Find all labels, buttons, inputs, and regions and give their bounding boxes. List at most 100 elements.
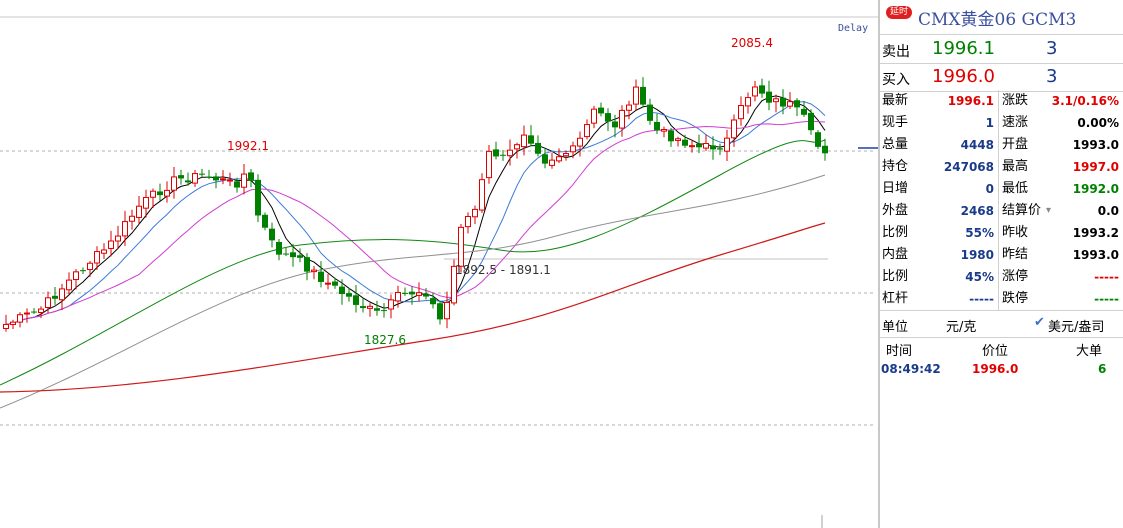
candle-body <box>318 271 324 282</box>
candle-body <box>353 295 359 305</box>
moving-average-line <box>5 120 826 325</box>
candle-body <box>402 292 408 294</box>
candle-body <box>269 228 275 241</box>
candle-body <box>59 288 65 301</box>
stat-value: 1993.0 <box>1072 138 1119 152</box>
candle-body <box>444 301 450 320</box>
candle-body <box>66 279 72 291</box>
kline-chart-svg[interactable]: Delay 2085.4 1992.1 1827.6 1892.5 - 1891… <box>0 0 878 528</box>
stat-value: 1 <box>985 116 994 130</box>
stat-left-1: 现手 1 <box>882 112 994 134</box>
stat-value: 1980 <box>960 248 994 262</box>
stat-value: 4448 <box>960 138 994 152</box>
candle-body <box>458 226 464 267</box>
stat-label: 内盘 <box>882 247 909 262</box>
moving-average-line <box>5 101 826 325</box>
candle-body <box>752 86 758 97</box>
candle-body <box>325 282 331 285</box>
candle-body <box>304 257 310 272</box>
candle-body <box>31 311 37 313</box>
left-peak-annotation: 1992.1 <box>227 139 269 153</box>
stat-label: 跌停 <box>1002 291 1029 306</box>
candle-body <box>241 173 247 188</box>
candle-body <box>612 121 618 128</box>
candle-body <box>122 221 128 237</box>
stat-value: 0.00% <box>1077 116 1119 130</box>
stat-value: 55% <box>965 226 994 240</box>
candle-body <box>472 208 478 218</box>
candle-body <box>486 150 492 179</box>
trades-time-header: 时间 <box>886 344 913 359</box>
stat-value: 1997.0 <box>1072 160 1119 174</box>
unit-row: 单位 元/克 ✔ 美元/盎司 <box>880 311 1123 338</box>
stat-label: 最高 <box>1002 159 1029 174</box>
stat-label: 涨停 <box>1002 269 1029 284</box>
stat-label: 最低 <box>1002 181 1029 196</box>
stat-right-8: 涨停 ----- <box>1002 266 1119 288</box>
candle-body <box>255 179 261 216</box>
candle-body <box>423 294 429 297</box>
candle-body <box>192 173 198 184</box>
candle-body <box>507 149 513 157</box>
candle-body <box>766 91 772 103</box>
sell-price: 1996.1 <box>932 38 995 59</box>
candle-body <box>710 145 716 150</box>
stat-value: 2468 <box>960 204 994 218</box>
candle-body <box>283 253 289 255</box>
stat-value: 45% <box>965 270 994 284</box>
candle-body <box>521 134 527 148</box>
check-icon: ✔ <box>1034 315 1045 330</box>
stat-value: 0 <box>985 182 994 196</box>
candle-body <box>430 298 436 305</box>
chevron-down-icon[interactable]: ▾ <box>1046 200 1051 222</box>
candle-body <box>556 156 562 162</box>
quote-stats-grid: 最新 1996.1 现手 1 总量 4448 持仓 247068 日增 0 外盘 2468 比例 55% 内… <box>880 90 1123 311</box>
quote-panel: 延时 CMX黄金06 GCM3 卖出 1996.1 3 买入 1996.0 3 … <box>880 0 1123 528</box>
unit-option[interactable]: 美元/盎司 <box>1048 316 1104 335</box>
stat-value: ----- <box>969 292 994 306</box>
stat-right-6: 昨收 1993.2 <box>1002 222 1119 244</box>
candle-body <box>668 130 674 142</box>
candle-body <box>115 235 121 242</box>
stat-left-8: 比例 45% <box>882 266 994 288</box>
candle-body <box>17 314 23 323</box>
candle-body <box>717 148 723 150</box>
candle-body <box>640 86 646 105</box>
candle-body <box>696 143 702 148</box>
buy-volume: 3 <box>1046 66 1058 87</box>
buy-row[interactable]: 买入 1996.0 3 <box>880 63 1123 92</box>
candle-body <box>815 132 821 147</box>
candle-body <box>689 145 695 148</box>
candle-body <box>80 270 86 272</box>
stat-right-1: 速涨 0.00% <box>1002 112 1119 134</box>
candle-body <box>388 299 394 310</box>
candle-body <box>759 85 765 94</box>
candle-body <box>535 142 541 154</box>
sell-row[interactable]: 卖出 1996.1 3 <box>880 35 1123 64</box>
candle-body <box>633 86 639 105</box>
candle-body <box>745 97 751 107</box>
moving-average-line <box>0 139 826 386</box>
candle-body <box>199 173 205 175</box>
candle-body <box>178 175 184 179</box>
stat-right-7: 昨结 1993.0 <box>1002 244 1119 266</box>
unit-value[interactable]: 元/克 <box>946 316 976 335</box>
candle-body <box>493 149 499 157</box>
stat-right-3: 最高 1997.0 <box>1002 156 1119 178</box>
stat-label: 最新 <box>882 93 909 108</box>
buy-price: 1996.0 <box>932 66 995 87</box>
candle-body <box>381 310 387 312</box>
stat-value: 3.1/0.16% <box>1051 94 1119 108</box>
grid-separator <box>998 90 999 310</box>
candle-body <box>3 323 9 329</box>
candle-body <box>500 154 506 156</box>
moving-average-line <box>5 95 826 325</box>
stat-label: 比例 <box>882 225 909 240</box>
candle-body <box>360 306 366 309</box>
stat-left-3: 持仓 247068 <box>882 156 994 178</box>
candle-body <box>514 144 520 150</box>
kline-chart[interactable]: Delay 2085.4 1992.1 1827.6 1892.5 - 1891… <box>0 0 878 528</box>
candle-body <box>297 255 303 258</box>
candle-body <box>339 286 345 295</box>
stat-value: 1993.0 <box>1072 248 1119 262</box>
